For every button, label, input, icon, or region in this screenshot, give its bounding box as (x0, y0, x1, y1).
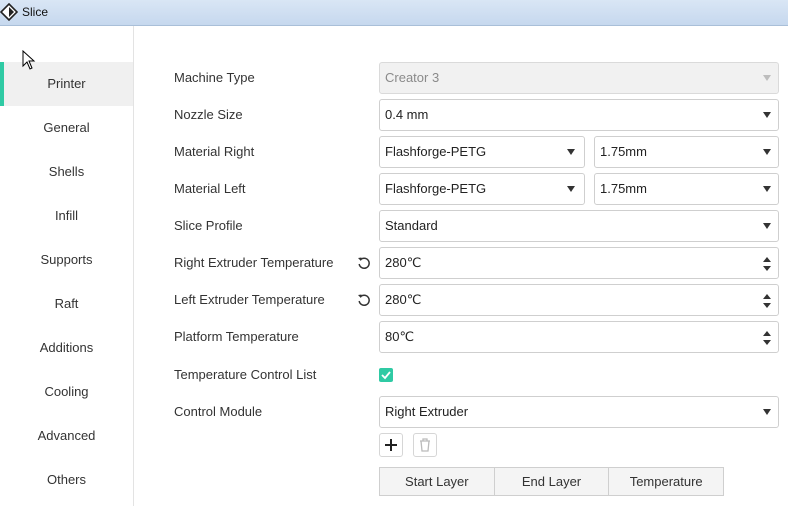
nozzle-size-label: Nozzle Size (174, 107, 243, 122)
temperature-table-header: Start Layer End Layer Temperature (379, 467, 724, 496)
material-right-select[interactable]: Flashforge-PETG (379, 136, 585, 168)
reset-icon[interactable] (357, 256, 371, 270)
nozzle-size-select[interactable]: 0.4 mm (379, 99, 779, 131)
nozzle-size-value: 0.4 mm (385, 107, 429, 122)
sidebar-item-general[interactable]: General (0, 106, 133, 150)
chevron-down-icon (763, 75, 771, 81)
chevron-down-icon (763, 223, 771, 229)
right-extruder-temp-label: Right Extruder Temperature (174, 255, 334, 270)
material-right-diameter-value: 1.75mm (600, 144, 647, 159)
sidebar-item-others[interactable]: Others (0, 458, 133, 502)
plus-icon (385, 439, 397, 451)
chevron-down-icon (763, 112, 771, 118)
sidebar-item-printer[interactable]: Printer (0, 62, 133, 106)
platform-temp-value: 80℃ (385, 329, 415, 344)
platform-temp-input[interactable]: 80℃ (379, 321, 779, 353)
column-header-temperature: Temperature (629, 474, 703, 489)
column-header-end-layer: End Layer (495, 468, 610, 495)
machine-type-value: Creator 3 (385, 70, 440, 85)
trash-icon (420, 438, 430, 452)
spinner-arrows-icon[interactable] (763, 293, 771, 309)
right-extruder-temp-value: 280℃ (385, 255, 422, 270)
sidebar-item-raft[interactable]: Raft (0, 282, 133, 326)
sidebar-item-cooling[interactable]: Cooling (0, 370, 133, 414)
machine-type-select: Creator 3 (379, 62, 779, 94)
material-left-diameter-value: 1.75mm (600, 181, 647, 196)
spinner-arrows-icon[interactable] (763, 330, 771, 346)
checkmark-icon (381, 371, 391, 380)
mouse-cursor-icon (22, 50, 36, 70)
sidebar-item-supports[interactable]: Supports (0, 238, 133, 282)
left-extruder-temp-input[interactable]: 280℃ (379, 284, 779, 316)
title-bar: Slice (0, 0, 788, 26)
delete-row-button[interactable] (413, 433, 437, 457)
chevron-down-icon (567, 186, 575, 192)
chevron-down-icon (763, 409, 771, 415)
machine-type-label: Machine Type (174, 70, 255, 85)
material-left-value: Flashforge-PETG (385, 181, 487, 196)
slice-profile-value: Standard (385, 218, 438, 233)
control-module-label: Control Module (174, 404, 263, 419)
control-module-value: Right Extruder (385, 404, 469, 419)
sidebar-item-infill[interactable]: Infill (0, 194, 133, 238)
material-right-value: Flashforge-PETG (385, 144, 487, 159)
chevron-down-icon (763, 149, 771, 155)
sidebar-item-advanced[interactable]: Advanced (0, 414, 133, 458)
material-left-select[interactable]: Flashforge-PETG (379, 173, 585, 205)
sidebar: Printer General Shells Infill Supports R… (0, 26, 134, 506)
column-header-start-layer: Start Layer (380, 468, 495, 495)
sidebar-item-additions[interactable]: Additions (0, 326, 133, 370)
chevron-down-icon (763, 186, 771, 192)
control-module-select[interactable]: Right Extruder (379, 396, 779, 428)
sidebar-item-shells[interactable]: Shells (0, 150, 133, 194)
material-right-diameter-select[interactable]: 1.75mm (594, 136, 779, 168)
left-extruder-temp-value: 280℃ (385, 292, 422, 307)
reset-icon[interactable] (357, 293, 371, 307)
material-right-label: Material Right (174, 144, 255, 159)
material-left-label: Material Left (174, 181, 246, 196)
right-extruder-temp-input[interactable]: 280℃ (379, 247, 779, 279)
slice-profile-select[interactable]: Standard (379, 210, 779, 242)
left-extruder-temp-label: Left Extruder Temperature (174, 292, 325, 307)
temp-control-list-label: Temperature Control List (174, 367, 317, 382)
app-logo-icon (0, 3, 18, 21)
spinner-arrows-icon[interactable] (763, 256, 771, 272)
add-row-button[interactable] (379, 433, 403, 457)
platform-temp-label: Platform Temperature (174, 329, 299, 344)
chevron-down-icon (567, 149, 575, 155)
temp-control-list-checkbox[interactable] (379, 368, 393, 382)
material-left-diameter-select[interactable]: 1.75mm (594, 173, 779, 205)
window-title: Slice (22, 5, 49, 19)
slice-profile-label: Slice Profile (174, 218, 243, 233)
